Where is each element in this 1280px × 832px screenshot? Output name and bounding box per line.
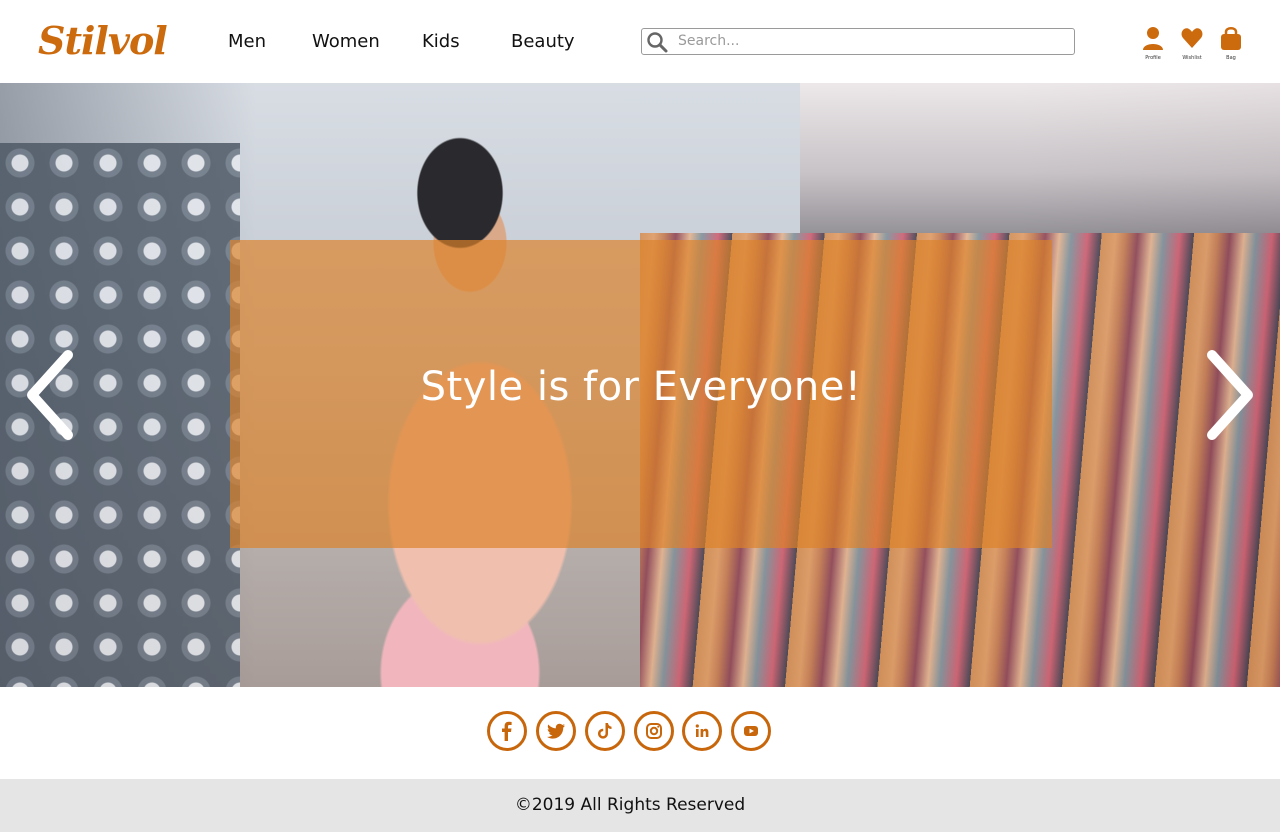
linkedin-icon — [695, 724, 709, 737]
youtube-link[interactable] — [731, 711, 771, 751]
hero-carousel: Style is for Everyone! — [0, 83, 1280, 687]
copyright-text: ©2019 All Rights Reserved — [514, 795, 746, 815]
wishlist-label: Wishlist — [1182, 55, 1202, 61]
chevron-right-icon — [1207, 350, 1253, 440]
profile-button[interactable]: Profile — [1133, 26, 1173, 62]
search-input[interactable] — [678, 31, 1068, 51]
instagram-link[interactable] — [634, 711, 674, 751]
hero-caption-panel: Style is for Everyone! — [230, 240, 1052, 548]
social-links-bar — [0, 687, 1280, 779]
search-bar — [641, 28, 1075, 55]
nav-item-kids[interactable]: Kids — [422, 28, 460, 56]
wishlist-button[interactable]: Wishlist — [1172, 26, 1212, 62]
chevron-left-icon — [27, 350, 73, 440]
instagram-icon — [646, 723, 662, 739]
nav-item-beauty[interactable]: Beauty — [511, 28, 575, 56]
site-footer: ©2019 All Rights Reserved — [0, 779, 1280, 832]
bag-label: Bag — [1226, 55, 1236, 61]
profile-label: Profile — [1145, 55, 1161, 61]
tiktok-icon — [598, 723, 612, 739]
search-icon[interactable] — [645, 30, 669, 54]
nav-item-men[interactable]: Men — [228, 28, 266, 56]
profile-icon — [1143, 27, 1163, 50]
facebook-icon — [502, 721, 512, 741]
linkedin-link[interactable] — [682, 711, 722, 751]
brand-logo[interactable]: Stilvol — [38, 14, 168, 68]
bag-icon — [1221, 27, 1241, 50]
site-header: Stilvol Men Women Kids Beauty Profile Wi… — [0, 0, 1280, 83]
nav-item-women[interactable]: Women — [312, 28, 380, 56]
heart-icon — [1181, 28, 1203, 48]
twitter-link[interactable] — [536, 711, 576, 751]
hero-image-shelf — [800, 83, 1280, 233]
tiktok-link[interactable] — [585, 711, 625, 751]
facebook-link[interactable] — [487, 711, 527, 751]
youtube-icon — [744, 726, 758, 736]
twitter-icon — [547, 723, 565, 739]
hero-headline: Style is for Everyone! — [420, 364, 862, 410]
carousel-prev-button[interactable] — [22, 349, 78, 441]
bag-button[interactable]: Bag — [1211, 26, 1251, 62]
carousel-next-button[interactable] — [1202, 349, 1258, 441]
